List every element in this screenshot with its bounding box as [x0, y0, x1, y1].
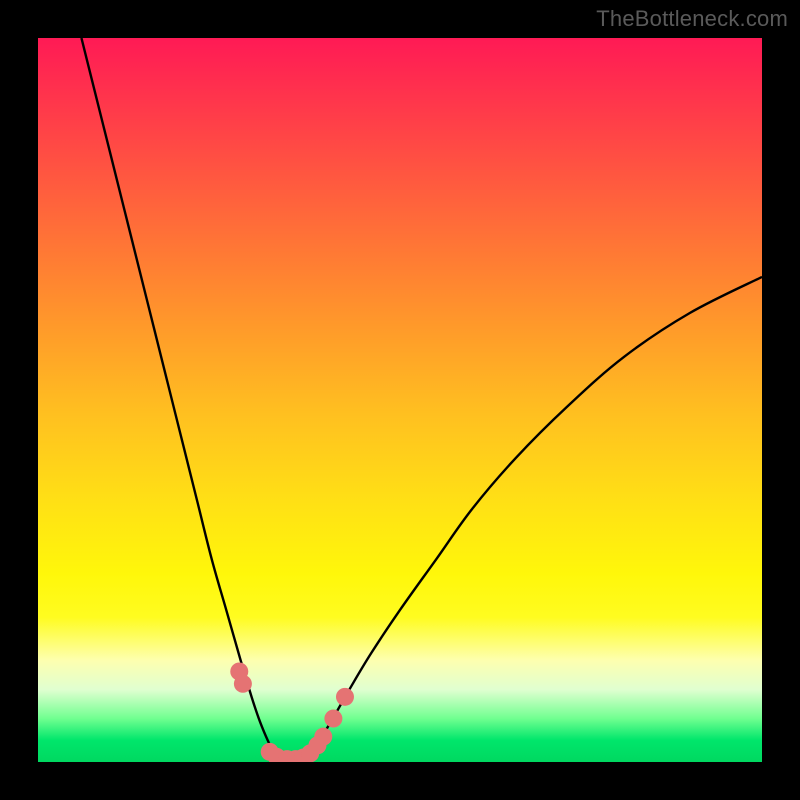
data-markers: [230, 663, 354, 763]
right-curve: [306, 277, 762, 758]
chart-overlay: [38, 38, 762, 762]
chart-frame: TheBottleneck.com: [0, 0, 800, 800]
data-marker: [234, 675, 252, 693]
data-marker: [324, 710, 342, 728]
left-curve: [81, 38, 276, 758]
data-marker: [314, 728, 332, 746]
watermark-text: TheBottleneck.com: [596, 6, 788, 32]
data-marker: [336, 688, 354, 706]
plot-area: [38, 38, 762, 762]
